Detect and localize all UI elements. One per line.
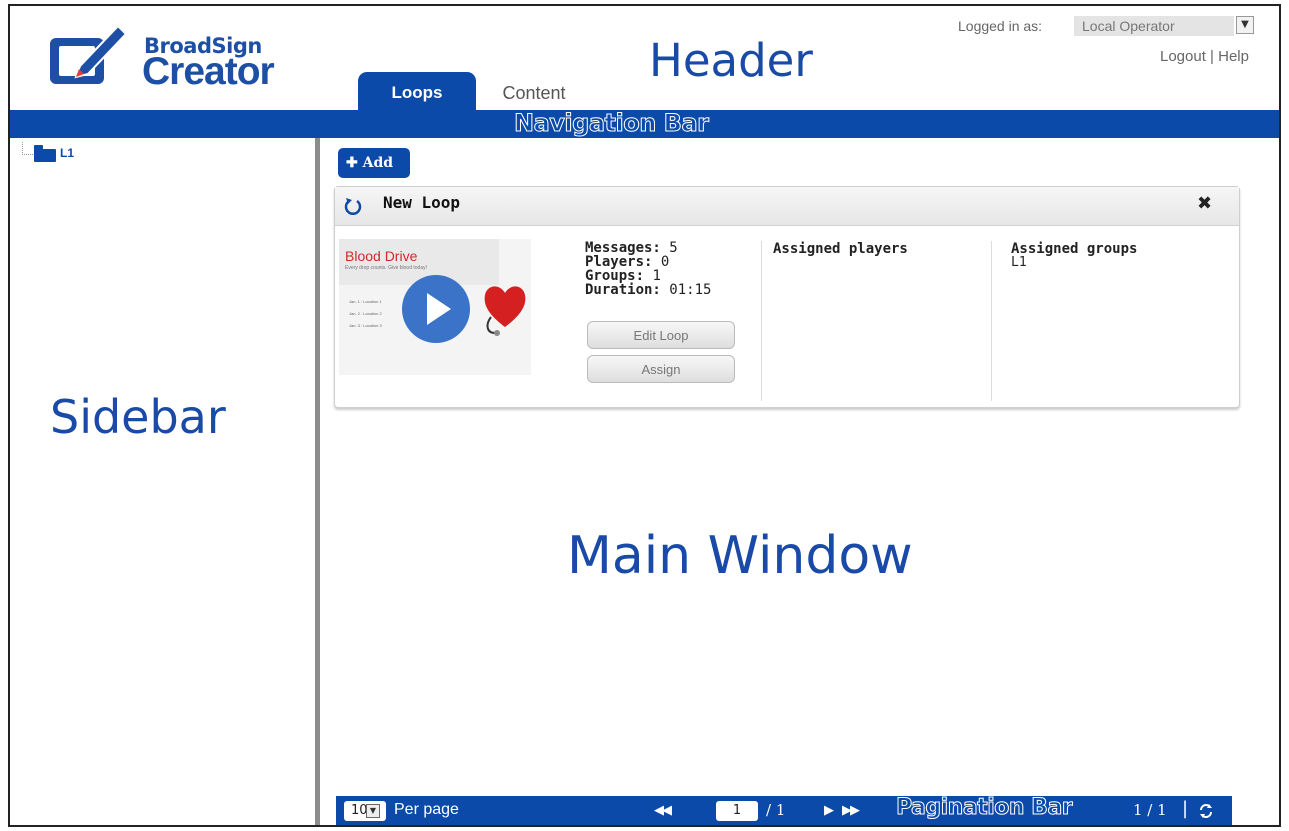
plus-icon: ✚ [346,155,363,171]
close-icon[interactable]: ✖ [1197,193,1212,214]
thumbnail-title: Blood Drive [345,248,418,264]
loop-thumbnail[interactable]: Blood Drive Every drop counts. Give bloo… [339,239,531,375]
assigned-players-title: Assigned players [773,241,908,257]
thumbnail-line: Jan. 2 : Location 2 [349,311,382,316]
refresh-icon [344,198,362,215]
sidebar [10,138,315,825]
column-divider [761,241,762,401]
play-icon[interactable] [402,275,470,343]
tree-line [22,142,33,155]
edit-loop-button[interactable]: Edit Loop [587,321,735,349]
brand-main: Creator [142,50,275,93]
record-range: 1 / 1 [1133,801,1167,819]
logo: BroadSign Creator [46,22,296,93]
per-page-label: Per page [394,801,459,818]
heart-stethoscope-icon [484,286,526,336]
page-input[interactable]: 1 [716,801,758,821]
add-button[interactable]: ✚ Add [338,148,410,178]
broadsign-logo-icon [50,24,128,84]
messages-value: 5 [669,240,678,256]
thumbnail-line: Jan. 1 : Location 1 [349,299,382,304]
loop-title: New Loop [383,193,461,212]
app-frame: BroadSign Creator Loops Content Header L… [8,4,1281,827]
add-button-label: Add [362,155,394,171]
main-window-label: Main Window [567,526,913,586]
chevron-down-icon[interactable]: ▼ [366,804,380,818]
loop-stats: Messages: 5 Players: 0 Groups: 1 Duratio… [585,241,711,297]
refresh-icon[interactable] [1198,803,1214,819]
header: BroadSign Creator Loops Content Header L… [10,6,1279,112]
operator-select[interactable]: Local Operator [1074,16,1234,36]
thumbnail-line: Jan. 3 : Location 3 [349,323,382,328]
next-page-icon[interactable]: ▶ [824,803,834,818]
assign-button[interactable]: Assign [587,355,735,383]
sidebar-divider[interactable] [315,138,320,825]
sidebar-item-l1[interactable]: L1 [60,146,74,160]
first-page-icon[interactable]: ◀◀ [654,803,672,818]
tab-loops[interactable]: Loops [358,72,476,112]
assigned-groups-value: L1 [1011,255,1027,270]
navigation-bar-label: Navigation Bar [513,109,709,138]
players-value: 0 [660,254,670,270]
tab-content[interactable]: Content [484,72,584,112]
page-total: / 1 [766,801,786,819]
folder-icon[interactable] [34,145,56,162]
sidebar-label: Sidebar [50,390,226,444]
last-page-icon[interactable]: ▶▶ [842,803,860,818]
pagination-bar-label: Pagination Bar [895,795,1073,821]
logged-in-label: Logged in as: [958,18,1043,34]
loop-card: New Loop ✖ Blood Drive Every drop counts… [334,186,1240,408]
separator: | [1182,798,1189,819]
header-label: Header [649,34,813,87]
pagination-bar: 10 ▼ Per page ◀◀ 1 / 1 ▶ ▶▶ Pagination B… [336,795,1232,825]
duration-value: 01:15 [669,282,712,298]
logout-help-links[interactable]: Logout | Help [1160,48,1249,65]
thumbnail-subtitle: Every drop counts. Give blood today! [345,265,427,271]
loop-card-header: New Loop ✖ [335,187,1239,226]
column-divider [991,241,992,401]
chevron-down-icon[interactable]: ▼ [1236,16,1254,34]
duration-label: Duration: [585,282,661,298]
assigned-groups-title: Assigned groups [1011,241,1138,257]
